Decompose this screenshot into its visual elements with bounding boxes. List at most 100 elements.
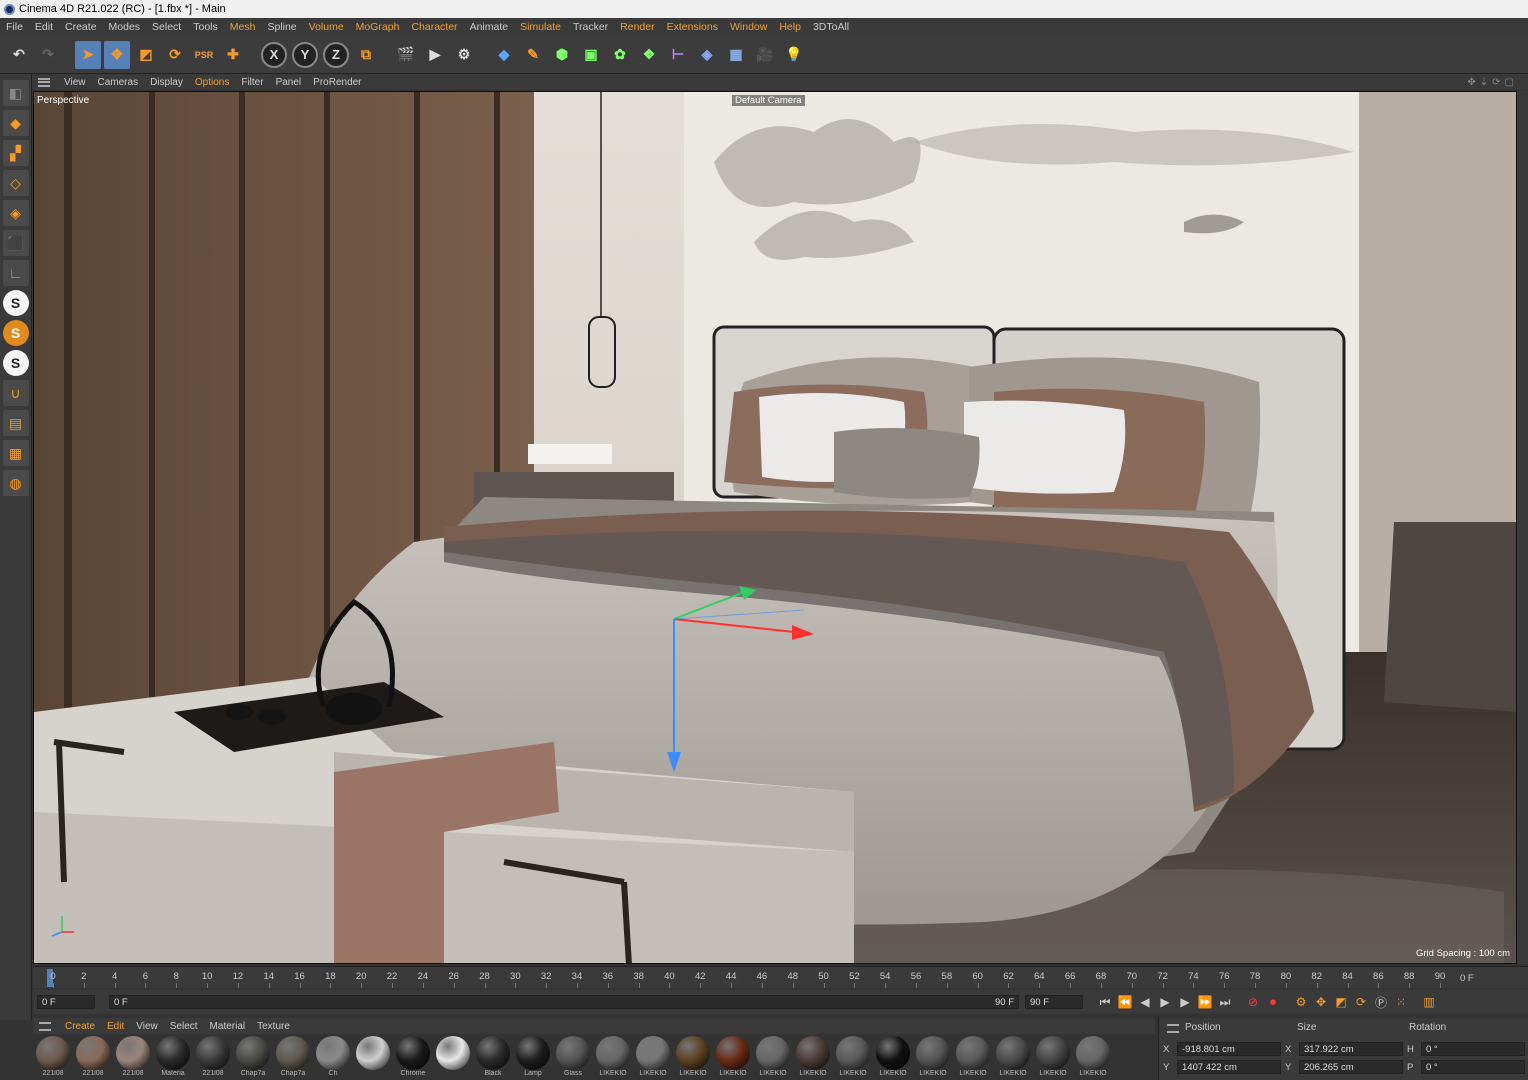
undo-icon[interactable]: ↶ [6,41,32,69]
menu-mograph[interactable]: MoGraph [350,21,406,33]
polygons-mode-icon[interactable]: ⬛ [2,230,29,256]
previous-key-icon[interactable]: ⏪ [1115,993,1135,1011]
select-cursor-icon[interactable]: ➤ [75,40,101,69]
material-swatch[interactable]: Chap7a [235,1036,271,1080]
perspective-viewport[interactable]: Perspective Default Camera Grid Spacing … [33,91,1517,964]
material-swatch[interactable]: Ch [315,1036,351,1080]
menu-file[interactable]: File [0,21,29,33]
position-y-field[interactable]: 1407.422 cm [1177,1060,1281,1074]
points-mode-icon[interactable]: ◇ [2,170,29,196]
snap-icon[interactable]: S [2,290,29,316]
menu-edit[interactable]: Edit [29,21,59,33]
mograph-cloner-icon[interactable]: ✿ [607,41,633,69]
size-x-field[interactable]: 317.922 cm [1299,1042,1403,1056]
camera-object-icon[interactable]: 🎥 [752,41,778,69]
material-swatch[interactable]: 221l08 [115,1036,151,1080]
material-swatch[interactable]: Lamp [515,1036,551,1080]
quantize-icon[interactable]: S [2,350,29,376]
locked-workplane-icon[interactable]: ▦ [2,440,29,466]
next-key-icon[interactable]: ⏩ [1195,993,1215,1011]
menu-animate[interactable]: Animate [464,21,515,33]
viewport-menu-options[interactable]: Options [189,77,235,88]
material-swatch[interactable]: LIKEKIO [795,1036,831,1080]
rotate-tool-icon[interactable]: ⟳ [162,41,188,69]
position-x-field[interactable]: -918.801 cm [1177,1042,1281,1056]
rotation-p-field[interactable]: 0 ° [1421,1060,1525,1074]
play-icon[interactable]: ▶ [1155,993,1175,1011]
material-menu-material[interactable]: Material [204,1021,252,1032]
material-menu-edit[interactable]: Edit [101,1021,130,1032]
scene-grid-icon[interactable]: ▦ [723,41,749,69]
record-keys-icon[interactable]: ⊘ [1243,993,1263,1011]
menu-render[interactable]: Render [614,21,660,33]
menu-modes[interactable]: Modes [103,21,147,33]
size-y-field[interactable]: 206.265 cm [1299,1060,1403,1074]
viewport-menu-filter[interactable]: Filter [235,77,269,88]
material-swatch[interactable]: LIKEKIO [595,1036,631,1080]
material-swatch[interactable]: LIKEKIO [835,1036,871,1080]
start-frame-field[interactable]: 0 F [37,995,95,1009]
menu-tools[interactable]: Tools [187,21,224,33]
menu-3dtoall[interactable]: 3DToAll [807,21,855,33]
render-settings-icon[interactable]: ⚙ [451,41,477,69]
rotation-h-field[interactable]: 0 ° [1421,1042,1525,1056]
material-swatch[interactable]: LIKEKIO [715,1036,751,1080]
y-axis-lock-icon[interactable]: Y [292,41,318,68]
material-swatch[interactable]: 221l08 [75,1036,111,1080]
subdivision-surface-icon[interactable]: ⬢ [549,41,575,69]
material-swatch[interactable]: LIKEKIO [1035,1036,1071,1080]
model-mode-icon[interactable]: ◆ [2,110,29,136]
viewport-right-scroll[interactable] [1517,91,1528,964]
material-hamburger-icon[interactable] [39,1021,51,1031]
render-picture-viewer-icon[interactable]: ▶ [422,41,448,69]
material-swatch[interactable]: Black [475,1036,511,1080]
viewport-menu-view[interactable]: View [58,77,92,88]
axis-mode-icon[interactable]: ∟ [2,260,29,286]
material-swatch[interactable]: LIKEKIO [955,1036,991,1080]
camera-label[interactable]: Default Camera [732,95,805,106]
make-editable-icon[interactable]: ◧ [2,80,29,106]
next-frame-icon[interactable]: ▶ [1175,993,1195,1011]
edges-mode-icon[interactable]: ◈ [2,200,29,226]
viewport-navigation-icons[interactable]: ✥⇣⟳▢ [1461,77,1528,88]
preview-range-slider[interactable]: 0 F 90 F [109,995,1019,1009]
z-axis-lock-icon[interactable]: Z [323,41,349,68]
autokey-icon[interactable]: ⏺ [1263,993,1283,1011]
menu-spline[interactable]: Spline [261,21,302,33]
menu-character[interactable]: Character [405,21,463,33]
deformer-bend-icon[interactable]: ⊢ [665,41,691,69]
menu-help[interactable]: Help [773,21,807,33]
material-swatch[interactable]: LIKEKIO [1075,1036,1111,1080]
previous-frame-icon[interactable]: ◀ [1135,993,1155,1011]
menu-window[interactable]: Window [724,21,773,33]
render-view-icon[interactable]: 🎬 [393,41,419,69]
timeline-window-icon[interactable]: ▥ [1419,993,1439,1011]
coordinates-hamburger-icon[interactable] [1167,1024,1179,1033]
menu-volume[interactable]: Volume [303,21,350,33]
go-to-start-icon[interactable]: ⏮ [1095,993,1115,1011]
timeline-ruler[interactable]: 0 2 4 6 8 10 12 14 16 18 20 22 24 26 28 30 32 34 36 38 40 42 4… [33,966,1528,988]
workplane-icon[interactable]: ▤ [2,410,29,436]
material-swatch[interactable] [355,1036,391,1080]
menu-extensions[interactable]: Extensions [661,21,724,33]
material-swatch[interactable]: LIKEKIO [635,1036,671,1080]
menu-tracker[interactable]: Tracker [567,21,614,33]
material-swatch[interactable]: 221l08 [35,1036,71,1080]
material-swatch[interactable]: LIKEKIO [755,1036,791,1080]
viewport-menu-prorender[interactable]: ProRender [307,77,367,88]
viewport-menu-display[interactable]: Display [144,77,189,88]
material-swatch[interactable]: Glass [555,1036,591,1080]
material-menu-select[interactable]: Select [164,1021,204,1032]
material-menu-create[interactable]: Create [59,1021,101,1032]
material-swatch[interactable]: LIKEKIO [915,1036,951,1080]
go-to-end-icon[interactable]: ⏭ [1215,993,1235,1011]
parameter-key-icon[interactable]: Ⓟ [1371,993,1391,1011]
material-menu-view[interactable]: View [130,1021,164,1032]
extrude-generator-icon[interactable]: ▣ [578,41,604,69]
floor-object-icon[interactable]: ◈ [694,41,720,69]
move-tool-icon[interactable]: ✥ [104,40,130,69]
scale-key-icon[interactable]: ◩ [1331,993,1351,1011]
x-axis-lock-icon[interactable]: X [261,41,287,68]
menu-create[interactable]: Create [59,21,103,33]
hamburger-menu-icon[interactable] [38,77,50,87]
